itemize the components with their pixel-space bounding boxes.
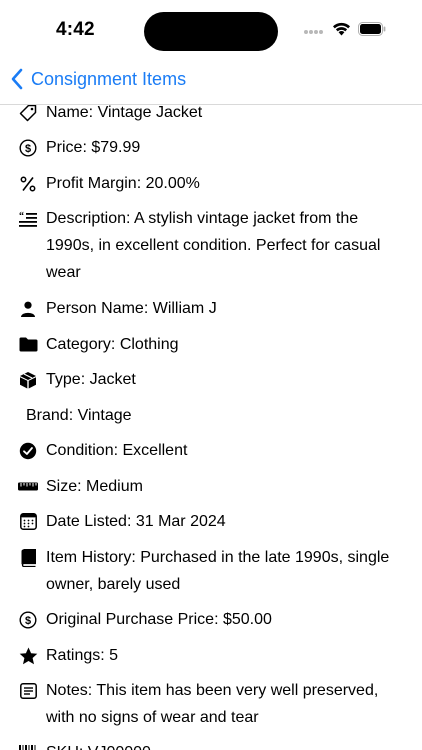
detail-text: Profit Margin: 20.00% <box>46 175 200 192</box>
barcode-icon <box>18 739 38 750</box>
ruler-icon <box>18 473 38 500</box>
detail-row-ratings: Ratings: 5 <box>18 642 406 669</box>
detail-text: Date Listed: 31 Mar 2024 <box>46 513 226 530</box>
item-details-list[interactable]: Name: Vintage Jacket $ Price: $79.99 Pro… <box>0 95 422 750</box>
star-icon <box>18 642 38 669</box>
dynamic-island <box>144 12 278 51</box>
battery-icon <box>358 22 386 41</box>
detail-row-profit-margin: Profit Margin: 20.00% <box>18 170 406 197</box>
book-icon <box>18 544 38 571</box>
folder-icon <box>18 331 38 358</box>
detail-row-original-purchase-price: $ Original Purchase Price: $50.00 <box>18 606 406 633</box>
detail-text: Size: Medium <box>46 478 143 495</box>
box-icon <box>18 366 38 393</box>
detail-text: Condition: Excellent <box>46 442 188 459</box>
detail-row-sku: SKU: VJ00000 <box>18 739 406 750</box>
detail-row-description: “ Description: A stylish vintage jacket … <box>18 205 406 286</box>
detail-text: SKU: VJ00000 <box>46 739 151 750</box>
detail-text: Ratings: 5 <box>46 647 119 664</box>
detail-text: Notes: This item has been very well pres… <box>46 682 379 726</box>
detail-row-date-listed: Date Listed: 31 Mar 2024 <box>18 508 406 535</box>
detail-text: Type: Jacket <box>46 371 136 388</box>
status-bar: 4:42 <box>0 0 422 60</box>
detail-row-price: $ Price: $79.99 <box>18 134 406 161</box>
back-button[interactable]: Consignment Items <box>10 67 186 91</box>
text-quote-icon: “ <box>18 205 38 232</box>
dollar-circle-icon: $ <box>18 134 38 161</box>
navigation-bar: Consignment Items <box>0 60 422 105</box>
detail-text: Price: $79.99 <box>46 139 141 156</box>
person-icon <box>18 295 38 322</box>
percent-icon <box>18 170 38 197</box>
cellular-signal-icon <box>303 23 325 41</box>
detail-row-category: Category: Clothing <box>18 331 406 358</box>
detail-text: Category: Clothing <box>46 336 179 353</box>
back-button-label: Consignment Items <box>31 68 187 89</box>
detail-row-type: Type: Jacket <box>18 366 406 393</box>
status-icons <box>303 22 386 41</box>
svg-text:$: $ <box>25 143 31 155</box>
detail-text: Original Purchase Price: $50.00 <box>46 611 272 628</box>
chevron-left-icon <box>10 67 24 91</box>
detail-row-condition: Condition: Excellent <box>18 437 406 464</box>
status-time: 4:42 <box>56 19 95 40</box>
wifi-icon <box>332 22 351 41</box>
svg-text:“: “ <box>19 211 24 222</box>
detail-text: Description: A stylish vintage jacket fr… <box>46 210 381 281</box>
detail-row-brand: Brand: Vintage <box>18 402 406 429</box>
detail-text: Brand: Vintage <box>26 407 132 424</box>
detail-row-person-name: Person Name: William J <box>18 295 406 322</box>
detail-row-item-history: Item History: Purchased in the late 1990… <box>18 544 406 598</box>
detail-text: Person Name: William J <box>46 300 217 317</box>
svg-text:$: $ <box>25 615 31 627</box>
checkmark-circle-icon <box>18 437 38 464</box>
detail-row-notes: Notes: This item has been very well pres… <box>18 677 406 731</box>
detail-row-size: Size: Medium <box>18 473 406 500</box>
detail-text: Item History: Purchased in the late 1990… <box>46 549 390 593</box>
notes-icon <box>18 677 38 704</box>
dollar-circle-icon: $ <box>18 606 38 633</box>
calendar-icon <box>18 508 38 535</box>
